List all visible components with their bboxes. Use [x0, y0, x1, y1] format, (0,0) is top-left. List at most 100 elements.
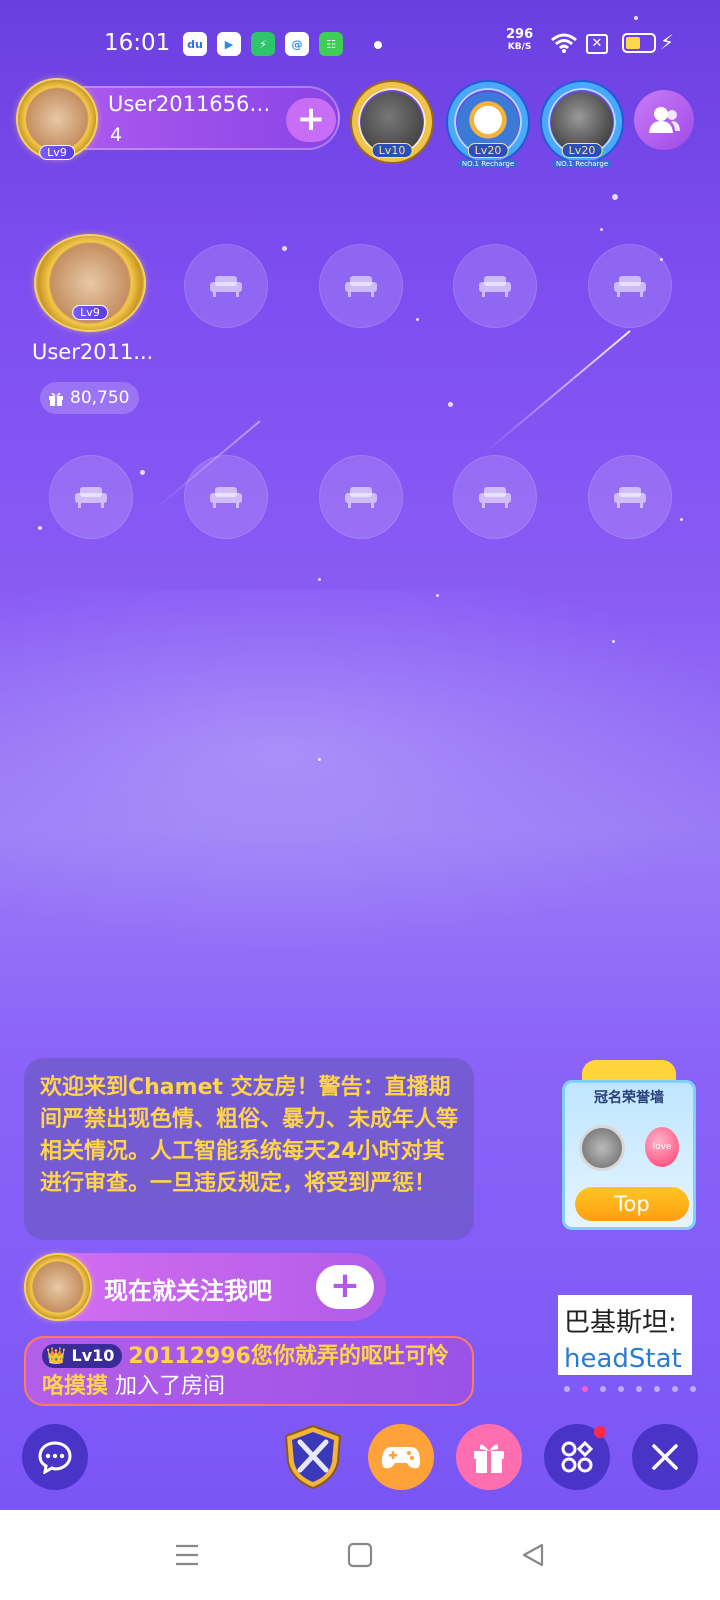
- network-speed: 296 KB/S: [506, 28, 533, 54]
- network-speed-unit: KB/S: [507, 42, 532, 52]
- status-bar: 16:01 du ▶ ⚡ @ ☷ 296 KB/S ✕ ⚡: [0, 24, 720, 64]
- page-dot: [564, 1386, 570, 1392]
- empty-seat[interactable]: [319, 455, 403, 539]
- ticker-page-indicator: [564, 1386, 696, 1392]
- seat-1-occupied[interactable]: Lv9: [36, 236, 144, 330]
- shield-app-icon: ⚡: [251, 32, 275, 56]
- no-sim-icon: ✕: [586, 34, 608, 54]
- seat-1-name: User2011...: [32, 340, 154, 364]
- sofa-icon: [614, 276, 646, 297]
- follow-host-button[interactable]: +: [286, 98, 336, 142]
- shooting-star: [483, 330, 631, 454]
- viewer-level: Lv20: [561, 143, 603, 158]
- host-avatar-small[interactable]: [26, 1255, 90, 1319]
- background-star: [416, 318, 419, 321]
- status-time: 16:01: [104, 30, 171, 56]
- honor-wall-title: 冠名荣誉墙: [594, 1090, 664, 1106]
- empty-seat[interactable]: [184, 244, 268, 328]
- pk-battle-button[interactable]: [280, 1424, 346, 1490]
- sofa-icon: [479, 276, 511, 297]
- gift-box-icon: [474, 1444, 504, 1473]
- shopping-app-icon: ☷: [319, 32, 343, 56]
- live-room-screen: 16:01 du ▶ ⚡ @ ☷ 296 KB/S ✕ ⚡ Lv9 User20…: [0, 0, 720, 1510]
- empty-seat[interactable]: [184, 455, 268, 539]
- empty-seat[interactable]: [588, 455, 672, 539]
- notification-icons: du ▶ ⚡ @ ☷: [183, 32, 343, 56]
- honor-wall-widget[interactable]: 冠名荣誉墙 love Top: [562, 1080, 696, 1230]
- video-app-icon: ▶: [217, 32, 241, 56]
- close-room-button[interactable]: [632, 1424, 698, 1490]
- host-level-badge: Lv9: [39, 145, 75, 160]
- battery-icon: [622, 33, 656, 53]
- love-balloon-icon: love: [645, 1127, 679, 1167]
- background-star: [436, 594, 439, 597]
- follow-button[interactable]: +: [316, 1265, 374, 1309]
- background-star: [282, 246, 287, 251]
- background-star: [38, 526, 42, 530]
- sofa-icon: [75, 487, 107, 508]
- sofa-icon: [345, 487, 377, 508]
- page-dot: [618, 1386, 624, 1392]
- system-nav-bar: [0, 1510, 720, 1600]
- page-dot: [600, 1386, 606, 1392]
- background-star: [612, 194, 618, 200]
- viewer-avatar[interactable]: Lv20 NO.1 Recharge: [542, 82, 622, 168]
- sofa-icon: [210, 487, 242, 508]
- empty-seat[interactable]: [453, 244, 537, 328]
- page-dot: [690, 1386, 696, 1392]
- join-user-level-badge: 👑 Lv10: [42, 1344, 123, 1368]
- seat-1-level: Lv9: [72, 305, 108, 320]
- background-star: [634, 16, 638, 20]
- join-action-text: 加入了房间: [108, 1374, 226, 1399]
- viewer-level: Lv20: [467, 143, 509, 158]
- users-icon: [649, 107, 680, 133]
- back-icon[interactable]: [520, 1542, 546, 1568]
- empty-seat[interactable]: [319, 244, 403, 328]
- chat-bubble-icon: [38, 1441, 72, 1474]
- viewer-avatar[interactable]: Lv20 NO.1 Recharge: [448, 82, 528, 168]
- gift-button[interactable]: [456, 1424, 522, 1490]
- wifi-icon: [551, 33, 577, 53]
- background-star: [600, 228, 603, 231]
- charging-icon: ⚡: [660, 30, 675, 54]
- viewer-avatar[interactable]: Lv10: [352, 82, 432, 162]
- honor-top-button[interactable]: Top: [575, 1187, 689, 1221]
- game-button[interactable]: [368, 1424, 434, 1490]
- host-avatar[interactable]: Lv9: [18, 80, 96, 160]
- page-dot: [672, 1386, 678, 1392]
- viewer-level: Lv10: [371, 143, 413, 158]
- grid-icon: [561, 1440, 594, 1473]
- background-cloud: [0, 590, 720, 950]
- background-star: [140, 470, 145, 475]
- host-name: User20116564...: [108, 92, 278, 116]
- more-apps-button[interactable]: [544, 1424, 610, 1490]
- empty-seat[interactable]: [49, 455, 133, 539]
- ticker-line: headStat: [564, 1344, 682, 1374]
- page-dot: [636, 1386, 642, 1392]
- seat-1-gift-count: 80,750: [40, 382, 140, 414]
- ticker-line: 巴基斯坦:: [564, 1308, 677, 1338]
- background-star: [612, 640, 615, 643]
- baidu-icon: du: [183, 32, 207, 56]
- browser-app-icon: @: [285, 32, 309, 56]
- gift-icon: [49, 392, 63, 406]
- close-icon: [652, 1444, 678, 1470]
- follow-prompt-message: 现在就关注我吧 +: [24, 1253, 386, 1321]
- news-ticker[interactable]: 巴基斯坦: headStat: [558, 1295, 692, 1375]
- background-star: [318, 758, 321, 761]
- empty-seat[interactable]: [588, 244, 672, 328]
- network-speed-value: 296: [506, 27, 534, 42]
- join-user-level: Lv10: [71, 1346, 115, 1365]
- empty-seat[interactable]: [453, 455, 537, 539]
- page-dot-active: [582, 1386, 588, 1392]
- gamepad-icon: [381, 1447, 421, 1469]
- chat-button[interactable]: [22, 1424, 88, 1490]
- home-icon[interactable]: [347, 1542, 373, 1568]
- follow-prompt-text: 现在就关注我吧: [104, 1277, 272, 1305]
- online-users-button[interactable]: [634, 90, 694, 150]
- more-notifications-dot: [374, 41, 382, 49]
- menu-icon[interactable]: [174, 1542, 200, 1568]
- sofa-icon: [479, 487, 511, 508]
- sofa-icon: [614, 487, 646, 508]
- honor-avatar: [579, 1125, 625, 1171]
